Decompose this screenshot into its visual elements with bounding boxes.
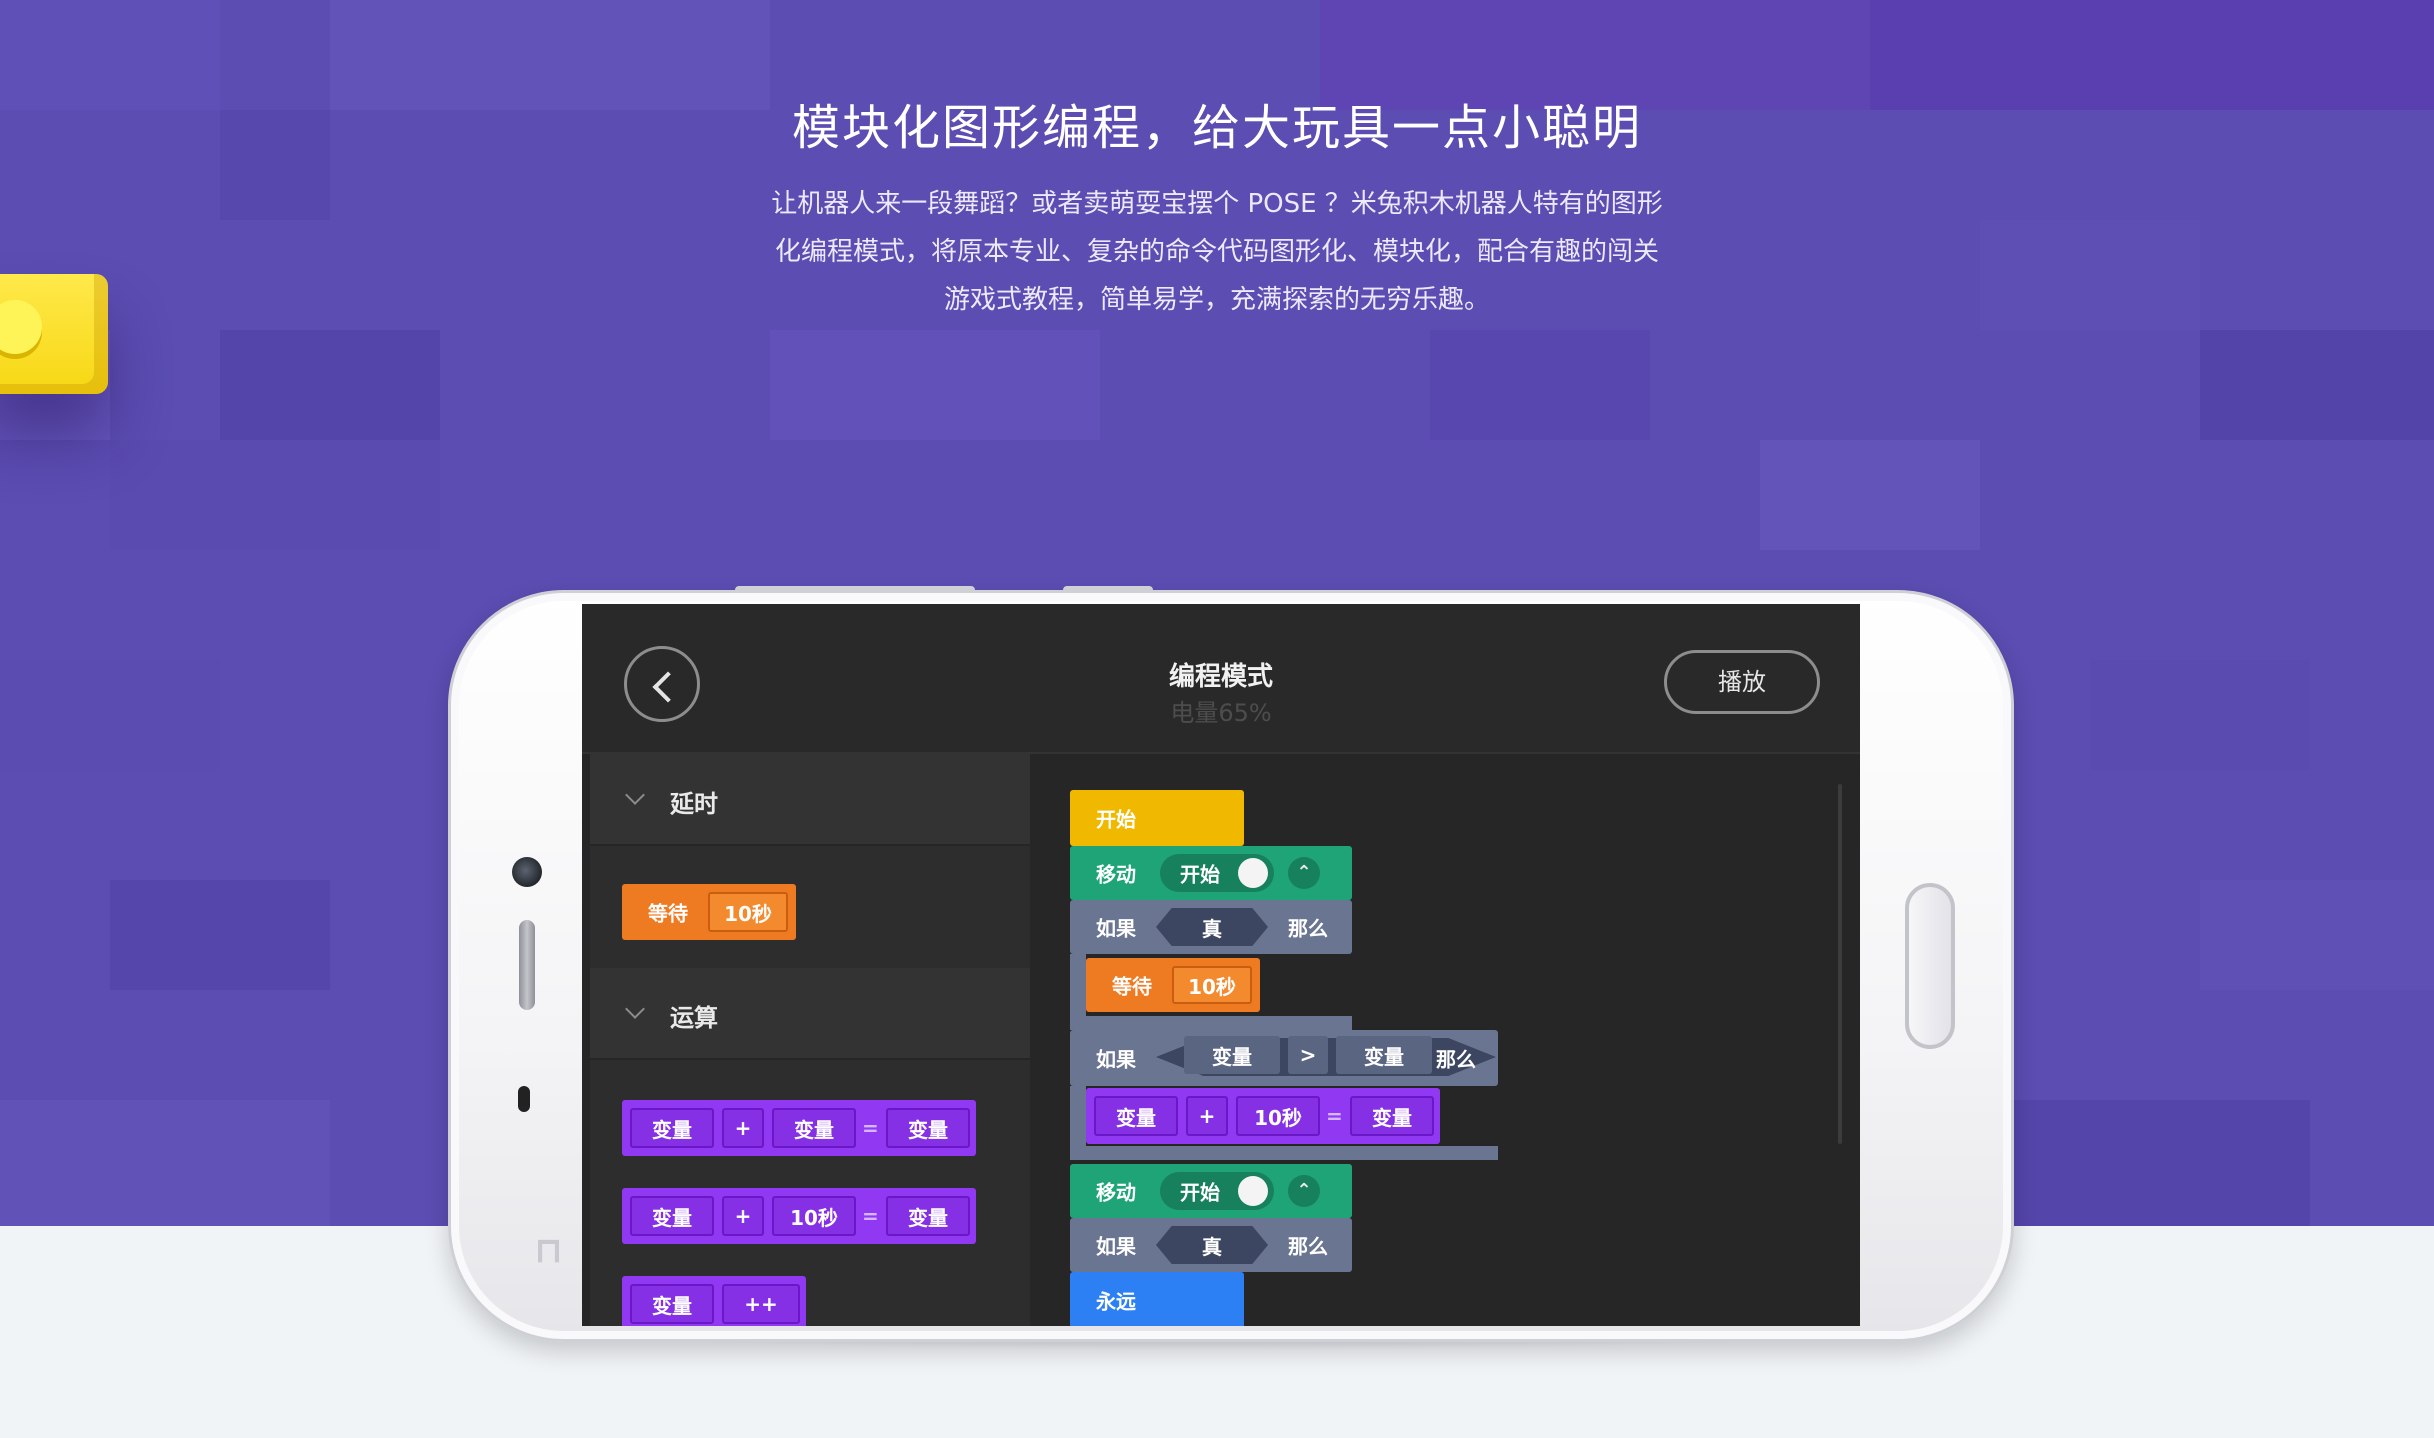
- app-header: 编程模式 电量65% 播放: [582, 604, 1860, 754]
- mi-logo-icon: ⊏: [529, 1236, 570, 1267]
- block-value[interactable]: 变量: [886, 1108, 970, 1148]
- if-block-arm: [1070, 1086, 1086, 1146]
- home-button[interactable]: [1905, 883, 1955, 1049]
- if-block[interactable]: 如果 变量 > 变量 那么: [1070, 1030, 1498, 1086]
- block-label: 那么: [1288, 1234, 1328, 1259]
- block-label: 如果: [1096, 916, 1136, 941]
- if-block[interactable]: 如果 真 那么: [1070, 1218, 1352, 1272]
- block-palette: 延时 等待 10秒 运算 变量 + 变量 = 变量 变量 + 10秒 = 变量: [590, 754, 1030, 1326]
- chevron-up-icon[interactable]: ⌃: [1288, 857, 1320, 889]
- increment-block[interactable]: 变量 ++: [622, 1276, 806, 1326]
- play-button[interactable]: 播放: [1664, 650, 1820, 714]
- chevron-down-icon: [625, 999, 645, 1019]
- block-value[interactable]: 10秒: [1236, 1096, 1320, 1136]
- operator[interactable]: >: [1288, 1036, 1328, 1074]
- bg-tile: [110, 440, 440, 550]
- palette-section-label: 延时: [670, 790, 718, 818]
- bg-tile: [770, 330, 1100, 440]
- phone-screen: 编程模式 电量65% 播放 延时 等待 10秒 运算 变量 + 变量 = 变量 …: [582, 604, 1860, 1326]
- code-workspace[interactable]: 开始 移动 开始 ⌃ 如果 真 那么 等待 10秒 如果 变量 > 变量 那么 …: [1030, 754, 1860, 1326]
- hero-description-line: 化编程模式，将原本专业、复杂的命令代码图形化、模块化，配合有趣的闯关: [774, 237, 1659, 267]
- block-value[interactable]: 10秒: [1172, 966, 1252, 1004]
- equals-sign: =: [862, 1116, 879, 1140]
- block-label: 移动: [1096, 1180, 1136, 1205]
- math-block[interactable]: 变量 + 10秒 = 变量: [622, 1188, 976, 1244]
- if-block-foot: [1070, 1146, 1498, 1160]
- operator[interactable]: +: [722, 1196, 764, 1236]
- start-block[interactable]: 开始: [1070, 790, 1244, 846]
- block-value[interactable]: 变量: [1336, 1036, 1432, 1074]
- block-label: 那么: [1436, 1047, 1476, 1072]
- block-value[interactable]: 变量: [630, 1108, 714, 1148]
- if-block[interactable]: 如果 真 那么: [1070, 900, 1352, 954]
- yellow-brick-decoration: [0, 274, 108, 394]
- block-label: 如果: [1096, 1234, 1136, 1259]
- toggle-label: 开始: [1180, 1180, 1220, 1205]
- move-toggle[interactable]: 开始: [1160, 854, 1274, 892]
- bg-tile: [1980, 1100, 2310, 1226]
- proximity-sensor: [518, 1086, 530, 1112]
- bg-tile: [110, 880, 330, 990]
- forever-block[interactable]: 永远: [1070, 1272, 1244, 1326]
- operator[interactable]: +: [722, 1108, 764, 1148]
- equals-sign: =: [862, 1204, 879, 1228]
- hero-title: 模块化图形编程，给大玩具一点小聪明: [791, 100, 1642, 156]
- move-toggle[interactable]: 开始: [1160, 1172, 1274, 1210]
- front-camera-icon: [512, 857, 542, 887]
- chevron-down-icon: [625, 785, 645, 805]
- palette-section-math[interactable]: 运算: [590, 968, 1030, 1060]
- hero-description-line: 游戏式教程，简单易学，充满探索的无穷乐趣。: [943, 285, 1490, 315]
- bg-tile: [1980, 220, 2200, 330]
- block-value[interactable]: 变量: [1350, 1096, 1434, 1136]
- hero-description: 让机器人来一段舞蹈？或者卖萌耍宝摆个 POSE ？米兔积木机器人特有的图形 化编…: [717, 180, 1717, 324]
- block-label: 那么: [1288, 916, 1328, 941]
- block-value[interactable]: 变量: [772, 1108, 856, 1148]
- math-block[interactable]: 变量 + 变量 = 变量: [622, 1100, 976, 1156]
- chevron-up-icon[interactable]: ⌃: [1288, 1175, 1320, 1207]
- if-block-foot: [1070, 1016, 1352, 1030]
- bg-tile: [220, 330, 440, 440]
- toggle-knob: [1238, 858, 1268, 888]
- bg-tile: [2090, 660, 2310, 770]
- move-block[interactable]: 移动 开始 ⌃: [1070, 1164, 1352, 1218]
- block-label: 如果: [1096, 1047, 1136, 1072]
- brick-stud: [0, 300, 42, 354]
- palette-section-label: 运算: [670, 1004, 718, 1032]
- equals-sign: =: [1326, 1104, 1343, 1128]
- condition-slot[interactable]: 真: [1156, 908, 1268, 946]
- block-label: 移动: [1096, 862, 1136, 887]
- block-value[interactable]: 10秒: [708, 892, 788, 932]
- bg-tile: [1760, 440, 1980, 550]
- block-value[interactable]: 变量: [630, 1284, 714, 1324]
- block-value[interactable]: 变量: [886, 1196, 970, 1236]
- bg-tile: [0, 660, 220, 770]
- workspace-scrollbar[interactable]: [1838, 784, 1842, 1144]
- toggle-knob: [1238, 1176, 1268, 1206]
- bg-tile: [1430, 330, 1650, 440]
- bg-tile: [2200, 880, 2434, 990]
- toggle-label: 开始: [1180, 862, 1220, 887]
- block-value[interactable]: 变量: [1184, 1036, 1280, 1074]
- wait-block[interactable]: 等待 10秒: [622, 884, 796, 940]
- block-value[interactable]: 10秒: [772, 1196, 856, 1236]
- block-label: 等待: [648, 901, 688, 926]
- earpiece: [519, 920, 535, 1010]
- wait-block[interactable]: 等待 10秒: [1086, 958, 1260, 1012]
- block-value[interactable]: 变量: [1094, 1096, 1178, 1136]
- block-value[interactable]: 变量: [630, 1196, 714, 1236]
- move-block[interactable]: 移动 开始 ⌃: [1070, 846, 1352, 900]
- block-label: 开始: [1096, 807, 1136, 832]
- bg-tile: [2200, 330, 2434, 440]
- hero-description-line: 让机器人来一段舞蹈？或者卖萌耍宝摆个 POSE ？米兔积木机器人特有的图形: [771, 189, 1663, 219]
- operator[interactable]: ++: [722, 1284, 800, 1324]
- bg-tile: [0, 1100, 330, 1226]
- palette-section-delay[interactable]: 延时: [590, 754, 1030, 846]
- operator[interactable]: +: [1186, 1096, 1228, 1136]
- math-block[interactable]: 变量 + 10秒 = 变量: [1086, 1088, 1440, 1144]
- block-label: 等待: [1112, 974, 1152, 999]
- condition-slot[interactable]: 真: [1156, 1226, 1268, 1264]
- block-label: 永远: [1096, 1289, 1136, 1314]
